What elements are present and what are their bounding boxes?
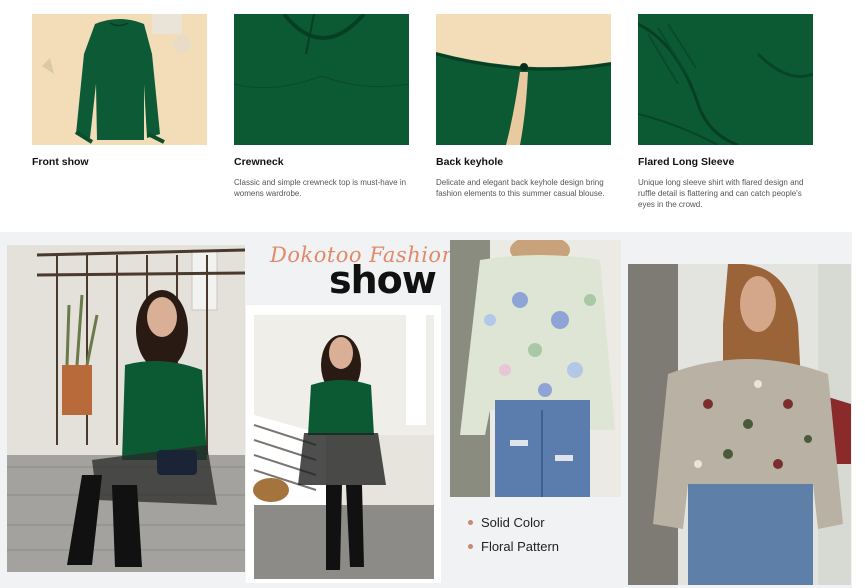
feature-card-back-keyhole: Back keyhole Delicate and elegant back k…	[436, 14, 611, 199]
bullet-dot-icon	[468, 520, 473, 525]
feature-description: Classic and simple crewneck top is must-…	[234, 178, 407, 198]
variant-floral-pattern: Floral Pattern	[468, 539, 559, 554]
variant-label: Solid Color	[481, 515, 545, 530]
feature-title: Flared Long Sleeve	[638, 156, 735, 168]
feature-title: Front show	[32, 156, 89, 168]
feature-title: Crewneck	[234, 156, 284, 168]
feature-description: Delicate and elegant back keyhole design…	[436, 178, 605, 198]
feature-card-front-show: Front show	[32, 14, 207, 177]
flared-sleeve-image	[638, 14, 813, 145]
floral-light-blouse-photo	[450, 240, 621, 497]
variant-label: Floral Pattern	[481, 539, 560, 554]
front-show-image	[32, 14, 207, 145]
bullet-dot-icon	[468, 544, 473, 549]
feature-card-flared-sleeve: Flared Long Sleeve Unique long sleeve sh…	[638, 14, 813, 210]
feature-title: Back keyhole	[436, 156, 504, 168]
feature-description: Unique long sleeve shirt with flared des…	[638, 178, 804, 209]
crewneck-image	[234, 14, 409, 145]
variant-solid-color: Solid Color	[468, 515, 545, 530]
feature-card-crewneck: Crewneck Classic and simple crewneck top…	[234, 14, 409, 199]
back-keyhole-image	[436, 14, 611, 145]
model-balcony-photo	[7, 245, 245, 572]
brand-show-title: show	[329, 258, 437, 302]
model-stairs-photo	[253, 315, 434, 579]
floral-dark-blouse-photo	[628, 264, 851, 585]
model-stairs-photo-frame	[246, 305, 441, 583]
